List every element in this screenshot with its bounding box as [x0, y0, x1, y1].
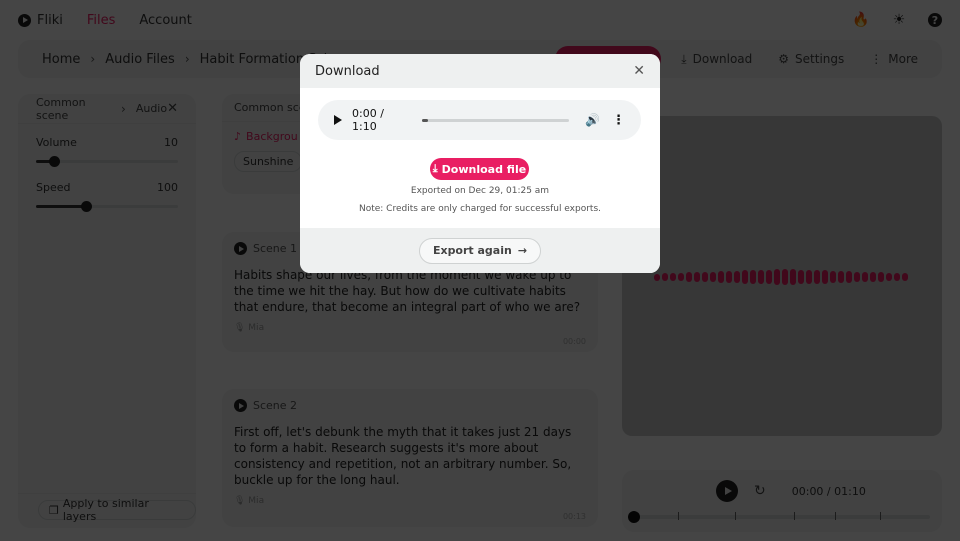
exported-timestamp: Exported on Dec 29, 01:25 am [410, 186, 550, 196]
download-icon: ⤓ [432, 162, 438, 175]
credits-note: Note: Credits are only charged for succe… [358, 204, 602, 214]
dialog-title: Download [315, 63, 380, 79]
export-again-label: Export again [432, 244, 512, 257]
play-icon[interactable] [334, 115, 342, 125]
download-dialog: Download ✕ 0:00 / 1:10 🔊 ⋮ ⤓ Download fi… [300, 54, 660, 273]
arrow-right-icon: → [517, 244, 528, 257]
export-again-button[interactable]: Export again → [418, 237, 542, 264]
audio-player: 0:00 / 1:10 🔊 ⋮ [318, 100, 641, 140]
audio-seek-bar[interactable] [421, 118, 570, 122]
download-file-label: Download file [441, 162, 527, 176]
more-vertical-icon[interactable]: ⋮ [612, 113, 625, 128]
volume-icon[interactable]: 🔊 [585, 113, 600, 127]
close-icon[interactable]: ✕ [633, 63, 645, 79]
audio-progress [421, 118, 428, 122]
download-file-button[interactable]: ⤓ Download file [430, 158, 529, 180]
audio-time: 0:00 / 1:10 [352, 107, 384, 133]
